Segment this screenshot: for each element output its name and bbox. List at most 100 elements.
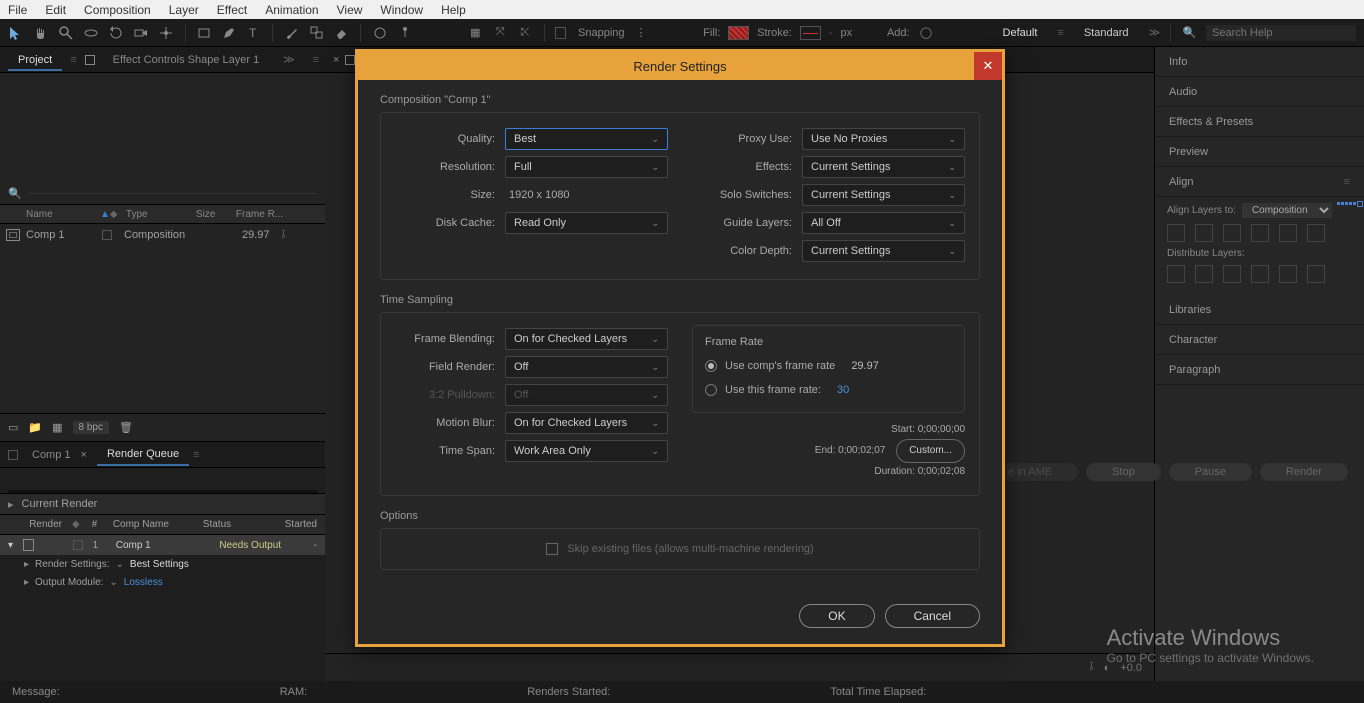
workspace-default[interactable]: Default [991, 25, 1050, 41]
menu-animation[interactable]: Animation [265, 3, 318, 17]
panel-menu-icon[interactable]: ≡ [313, 54, 319, 66]
use-this-rate-radio[interactable]: Use this frame rate: 30 [705, 378, 952, 402]
panel-effects-presets[interactable]: Effects & Presets [1155, 107, 1364, 137]
ok-button[interactable]: OK [799, 604, 874, 628]
snapping-checkbox[interactable] [555, 27, 566, 39]
disclosure-icon[interactable]: ▾ [8, 540, 13, 551]
use-comp-rate-radio[interactable]: Use comp's frame rate 29.97 [705, 354, 952, 378]
menu-composition[interactable]: Composition [84, 3, 151, 17]
camera-tool-icon[interactable] [133, 24, 150, 42]
selection-tool-icon[interactable] [8, 24, 25, 42]
orbit-tool-icon[interactable] [83, 24, 100, 42]
eraser-tool-icon[interactable] [333, 24, 350, 42]
col-size[interactable]: Size [190, 209, 230, 220]
render-settings-value[interactable]: Best Settings [130, 559, 189, 570]
new-comp-icon[interactable]: ▦ [52, 421, 62, 434]
hand-tool-icon[interactable] [33, 24, 50, 42]
panel-paragraph[interactable]: Paragraph [1155, 355, 1364, 385]
render-queue-tab[interactable]: Render Queue [97, 444, 189, 466]
effect-controls-tab[interactable]: Effect Controls Shape Layer 1 [103, 50, 270, 70]
guide-select[interactable]: All Off⌄ [802, 212, 965, 234]
trash-icon[interactable]: 🗑 [119, 421, 133, 434]
disclosure-icon[interactable]: ▸ [24, 559, 29, 570]
panel-preview[interactable]: Preview [1155, 137, 1364, 167]
rect-tool-icon[interactable] [196, 24, 213, 42]
disk-cache-select[interactable]: Read Only⌄ [505, 212, 668, 234]
align-bottom-icon[interactable] [1307, 224, 1325, 242]
dist-right-icon[interactable] [1307, 265, 1325, 283]
menu-window[interactable]: Window [380, 3, 423, 17]
render-queue-item[interactable]: ▾ 1 Comp 1 Needs Output - [0, 535, 325, 555]
align-hcenter-icon[interactable] [1195, 224, 1213, 242]
panel-audio[interactable]: Audio [1155, 77, 1364, 107]
clone-tool-icon[interactable] [308, 24, 325, 42]
solo-select[interactable]: Current Settings⌄ [802, 184, 965, 206]
add-menu-icon[interactable]: ◯ [918, 24, 935, 42]
dist-top-icon[interactable] [1167, 265, 1185, 283]
resolution-select[interactable]: Full⌄ [505, 156, 668, 178]
panel-info[interactable]: Info [1155, 47, 1364, 77]
field-render-select[interactable]: Off⌄ [505, 356, 668, 378]
pan-behind-tool-icon[interactable] [158, 24, 175, 42]
color-depth-select[interactable]: Current Settings⌄ [802, 240, 965, 262]
overflow-icon[interactable]: ≫ [1149, 26, 1161, 39]
menu-file[interactable]: File [8, 3, 27, 17]
workspace-standard[interactable]: Standard [1072, 25, 1141, 41]
menu-effect[interactable]: Effect [217, 3, 247, 17]
panel-character[interactable]: Character [1155, 325, 1364, 355]
chevron-down-icon[interactable]: ⌄ [109, 577, 117, 588]
custom-button[interactable]: Custom... [896, 439, 965, 463]
flowchart-icon[interactable]: ⫱ [282, 229, 286, 242]
align-right-icon[interactable] [1223, 224, 1241, 242]
dist-left-icon[interactable] [1251, 265, 1269, 283]
search-input[interactable] [1206, 25, 1356, 41]
world-axis-icon[interactable]: ⤪ [517, 24, 534, 42]
fill-swatch[interactable] [728, 26, 749, 40]
motion-blur-select[interactable]: On for Checked Layers⌄ [505, 412, 668, 434]
mesh-icon[interactable]: ▦ [467, 24, 484, 42]
disclosure-icon[interactable]: ▸ [24, 577, 29, 588]
snap-opts-icon[interactable]: ⋮ [633, 24, 650, 42]
panel-menu-icon[interactable]: ≡ [1344, 176, 1350, 188]
align-top-icon[interactable] [1251, 224, 1269, 242]
item-tag[interactable] [73, 540, 82, 550]
panel-libraries[interactable]: Libraries [1155, 295, 1364, 325]
project-item-comp1[interactable]: Comp 1 Composition 29.97 ⫱ [0, 224, 325, 246]
proxy-select[interactable]: Use No Proxies⌄ [802, 128, 965, 150]
frame-blending-select[interactable]: On for Checked Layers⌄ [505, 328, 668, 350]
close-tab-icon[interactable]: × [333, 54, 339, 66]
output-module-value[interactable]: Lossless [124, 577, 163, 588]
col-type[interactable]: Type [120, 209, 190, 220]
panel-overflow-icon[interactable]: ≫ [283, 53, 295, 66]
panel-menu-icon[interactable]: ≡ [193, 449, 199, 461]
comp-tab[interactable]: Comp 1 [22, 445, 81, 465]
grid-icon[interactable]: ⫱ [1090, 661, 1094, 674]
folder-icon[interactable]: 📁 [28, 421, 42, 434]
chevron-down-icon[interactable]: ⌄ [116, 559, 124, 570]
rotate-tool-icon[interactable] [108, 24, 125, 42]
stroke-swatch[interactable] [800, 26, 821, 40]
dist-vcenter-icon[interactable] [1195, 265, 1213, 283]
quality-select[interactable]: Best⌄ [505, 128, 668, 150]
project-tab[interactable]: Project [8, 50, 62, 70]
custom-rate-value[interactable]: 30 [837, 384, 849, 396]
zoom-tool-icon[interactable] [58, 24, 75, 42]
cancel-button[interactable]: Cancel [885, 604, 980, 628]
effects-select[interactable]: Current Settings⌄ [802, 156, 965, 178]
render-checkbox[interactable] [23, 539, 34, 551]
align-to-select[interactable]: Composition [1242, 203, 1332, 218]
col-framerate[interactable]: Frame R... [230, 209, 289, 220]
close-button[interactable]: ✕ [974, 52, 1002, 80]
brush-tool-icon[interactable] [283, 24, 300, 42]
align-vcenter-icon[interactable] [1279, 224, 1297, 242]
roto-tool-icon[interactable] [371, 24, 388, 42]
bpc-toggle[interactable]: 8 bpc [73, 421, 109, 434]
interpret-icon[interactable]: ▭ [8, 421, 18, 434]
align-left-icon[interactable] [1167, 224, 1185, 242]
render-button[interactable]: Render [1260, 463, 1348, 481]
tag-col-icon[interactable]: ◆ [110, 209, 120, 220]
time-span-select[interactable]: Work Area Only⌄ [505, 440, 668, 462]
pen-tool-icon[interactable] [221, 24, 238, 42]
item-tag[interactable] [102, 230, 112, 240]
disclosure-icon[interactable]: ▸ [8, 498, 14, 511]
